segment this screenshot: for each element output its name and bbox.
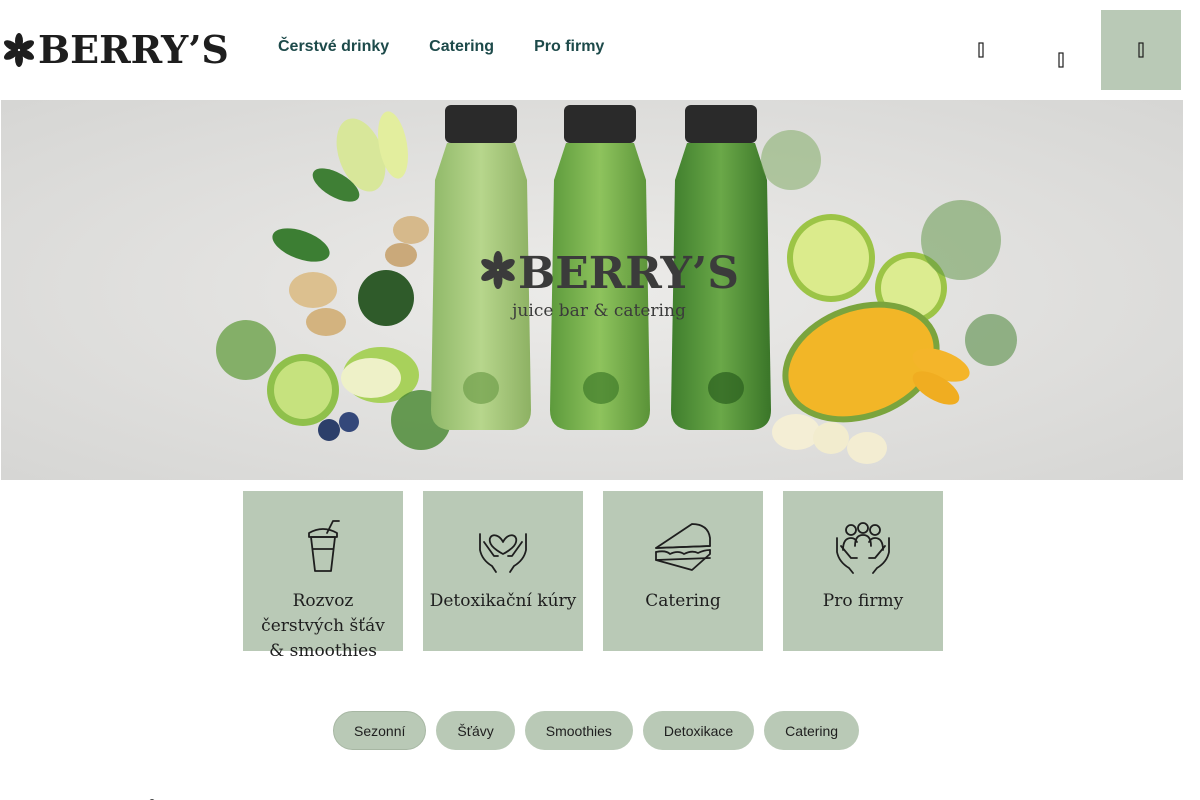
search-icon[interactable]	[1051, 52, 1071, 72]
pill-catering[interactable]: Catering	[764, 711, 860, 750]
user-icon[interactable]	[971, 42, 991, 62]
product-image-peek	[52, 792, 242, 800]
team-hands-icon	[831, 519, 895, 575]
tile-label: Catering	[645, 591, 721, 611]
tile-detox[interactable]: Detoxikační kúry	[423, 491, 583, 651]
tile-label: Rozvoz čerstvých šťáv & smoothies	[261, 591, 385, 661]
tile-label: Pro firmy	[822, 591, 904, 611]
drink-cup-icon	[291, 519, 355, 575]
category-filter: Sezonní Šťávy Smoothies Detoxikace Cater…	[333, 711, 860, 750]
cart-icon	[1138, 42, 1144, 58]
hero-brand: BERRY’S	[518, 248, 739, 299]
heart-hands-icon	[471, 519, 535, 575]
hero-image: BERRY’S juice bar & catering	[1, 100, 1183, 480]
main-nav: Čerstvé drinky Catering Pro firmy	[278, 38, 604, 56]
sandwich-icon	[651, 519, 715, 575]
cart-button[interactable]	[1101, 10, 1181, 90]
pill-sezonni[interactable]: Sezonní	[333, 711, 427, 750]
tile-label: Detoxikační kúry	[429, 591, 577, 611]
asterisk-logo-icon	[3, 33, 35, 67]
hero-tagline: juice bar & catering	[510, 301, 686, 321]
bottle-1	[431, 105, 531, 430]
site-header: BERRY’S Čerstvé drinky Catering Pro firm…	[0, 0, 1200, 100]
tile-pro-firmy[interactable]: Pro firmy	[783, 491, 943, 651]
logo-text: BERRY’S	[38, 27, 229, 72]
tile-catering[interactable]: Catering	[603, 491, 763, 651]
pill-stavy[interactable]: Šťávy	[436, 711, 515, 750]
search-icon-glyph	[1058, 52, 1064, 68]
nav-item-pro-firmy[interactable]: Pro firmy	[534, 38, 604, 56]
nav-item-cerstve-drinky[interactable]: Čerstvé drinky	[278, 38, 389, 56]
pill-smoothies[interactable]: Smoothies	[524, 711, 633, 750]
pill-detoxikace[interactable]: Detoxikace	[642, 711, 755, 750]
hero-banner: BERRY’S juice bar & catering	[1, 100, 1183, 480]
user-icon-glyph	[978, 42, 984, 58]
tile-rozvoz[interactable]: Rozvoz čerstvých šťáv & smoothies	[243, 491, 403, 661]
site-logo[interactable]: BERRY’S	[2, 26, 229, 74]
service-tiles: Rozvoz čerstvých šťáv & smoothies Detoxi…	[243, 491, 943, 661]
nav-item-catering[interactable]: Catering	[429, 38, 494, 56]
